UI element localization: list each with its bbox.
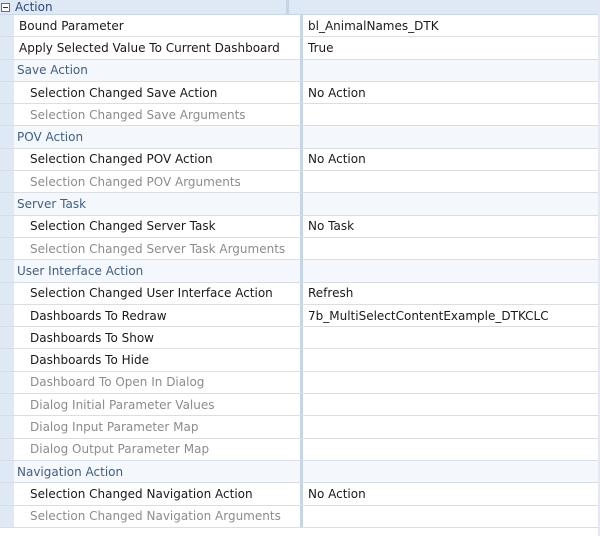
property-row-dialog-output-parameter-map[interactable]: Dialog Output Parameter Map — [0, 438, 600, 461]
property-grid: Action Bound Parameter bl_AnimalNames_DTK… — [0, 0, 600, 536]
category-value — [303, 461, 600, 482]
property-value[interactable] — [303, 104, 600, 125]
property-value[interactable] — [303, 506, 600, 527]
row-gutter — [0, 483, 14, 505]
category-value — [303, 60, 600, 81]
property-row-bound-parameter[interactable]: Bound Parameter bl_AnimalNames_DTK — [0, 15, 600, 38]
row-gutter — [0, 237, 14, 260]
category-row-server-task[interactable]: Server Task — [0, 193, 600, 216]
property-row-selection-changed-save-arguments[interactable]: Selection Changed Save Arguments — [0, 104, 600, 127]
property-rows: Bound Parameter bl_AnimalNames_DTK Apply S… — [0, 15, 600, 528]
property-name: Selection Changed Navigation Arguments — [30, 509, 281, 524]
category-value — [303, 260, 600, 281]
row-gutter — [0, 193, 14, 215]
property-value[interactable] — [303, 416, 600, 437]
row-gutter — [0, 260, 14, 282]
property-row-selection-changed-pov-arguments[interactable]: Selection Changed POV Arguments — [0, 171, 600, 194]
collapse-icon[interactable] — [1, 2, 10, 12]
property-value[interactable]: No Action — [303, 149, 600, 170]
section-title: Action — [15, 0, 53, 14]
row-gutter — [0, 37, 14, 59]
section-header-label[interactable]: Action — [0, 0, 286, 14]
category-label: Navigation Action — [17, 464, 124, 479]
section-header-action[interactable]: Action — [0, 0, 600, 15]
property-value[interactable] — [303, 349, 600, 370]
property-name: Selection Changed Server Task Arguments — [30, 241, 286, 256]
property-row-selection-changed-navigation-action[interactable]: Selection Changed Navigation Action No Ac… — [0, 483, 600, 506]
property-row-selection-changed-server-task-arguments[interactable]: Selection Changed Server Task Arguments — [0, 237, 600, 261]
row-gutter — [0, 394, 14, 416]
property-value[interactable]: Refresh — [303, 283, 600, 304]
property-value[interactable]: True — [303, 37, 600, 58]
property-name: Selection Changed Server Task — [30, 219, 216, 234]
category-value — [303, 126, 600, 147]
property-name: Dashboards To Hide — [30, 353, 149, 368]
row-gutter — [0, 505, 14, 527]
property-row-selection-changed-navigation-arguments[interactable]: Selection Changed Navigation Arguments — [0, 505, 600, 528]
property-value[interactable]: No Action — [303, 82, 600, 103]
row-gutter — [0, 171, 14, 193]
property-row-selection-changed-user-interface-action[interactable]: Selection Changed User Interface Action R… — [0, 282, 600, 305]
property-row-dashboards-to-hide[interactable]: Dashboards To Hide — [0, 349, 600, 372]
property-name: Dashboards To Redraw — [30, 308, 167, 323]
row-gutter — [0, 126, 14, 148]
row-gutter — [0, 416, 14, 438]
property-name: Dashboards To Show — [30, 330, 154, 345]
category-value — [303, 193, 600, 214]
property-value[interactable]: No Action — [303, 483, 600, 504]
category-row-user-interface-action[interactable]: User Interface Action — [0, 260, 600, 283]
property-row-selection-changed-pov-action[interactable]: Selection Changed POV Action No Action — [0, 148, 600, 172]
property-name: Apply Selected Value To Current Dashboar… — [19, 40, 280, 55]
property-name: Dialog Initial Parameter Values — [30, 397, 215, 412]
property-name: Bound Parameter — [19, 18, 124, 33]
property-value[interactable] — [303, 394, 600, 415]
property-row-dialog-initial-parameter-values[interactable]: Dialog Initial Parameter Values — [0, 394, 600, 417]
property-name: Selection Changed POV Arguments — [30, 174, 241, 189]
row-gutter — [0, 327, 14, 349]
row-gutter — [0, 59, 14, 81]
row-gutter — [0, 349, 14, 371]
property-value[interactable] — [303, 439, 600, 460]
property-value[interactable]: No Task — [303, 216, 600, 237]
row-gutter — [0, 460, 14, 483]
property-name: Selection Changed Save Action — [30, 85, 218, 100]
category-label: Server Task — [17, 197, 87, 212]
property-row-selection-changed-save-action[interactable]: Selection Changed Save Action No Action — [0, 81, 600, 105]
row-gutter — [0, 438, 14, 460]
property-name: Selection Changed Save Arguments — [30, 107, 246, 122]
property-value[interactable] — [303, 372, 600, 393]
row-gutter — [0, 282, 14, 304]
property-value[interactable] — [303, 327, 600, 348]
row-gutter — [0, 371, 14, 394]
property-row-apply-selected-value-to-current-dashboard[interactable]: Apply Selected Value To Current Dashboar… — [0, 37, 600, 60]
row-gutter — [0, 15, 14, 37]
property-row-selection-changed-server-task[interactable]: Selection Changed Server Task No Task — [0, 215, 600, 238]
category-label: User Interface Action — [17, 263, 144, 278]
property-value[interactable]: 7b_MultiSelectContentExample_DTKCLC — [303, 305, 600, 326]
property-name: Dashboard To Open In Dialog — [30, 375, 205, 390]
property-value[interactable] — [303, 171, 600, 192]
row-gutter — [0, 148, 14, 171]
property-name: Dialog Input Parameter Map — [30, 419, 199, 434]
category-label: POV Action — [17, 130, 84, 145]
category-row-save-action[interactable]: Save Action — [0, 59, 600, 82]
property-value[interactable]: bl_AnimalNames_DTK — [303, 15, 600, 36]
property-row-dialog-input-parameter-map[interactable]: Dialog Input Parameter Map — [0, 416, 600, 439]
property-row-dashboards-to-show[interactable]: Dashboards To Show — [0, 327, 600, 350]
property-row-dashboard-to-open-in-dialog[interactable]: Dashboard To Open In Dialog — [0, 371, 600, 395]
category-row-navigation-action[interactable]: Navigation Action — [0, 460, 600, 484]
row-gutter — [0, 81, 14, 104]
property-name: Dialog Output Parameter Map — [30, 442, 210, 457]
property-row-dashboards-to-redraw[interactable]: Dashboards To Redraw 7b_MultiSelectConten… — [0, 304, 600, 328]
property-value[interactable] — [303, 238, 600, 259]
property-name: Selection Changed Navigation Action — [30, 486, 253, 501]
row-gutter — [0, 304, 14, 327]
category-row-pov-action[interactable]: POV Action — [0, 126, 600, 149]
property-name: Selection Changed User Interface Action — [30, 286, 273, 301]
section-header-value — [289, 0, 600, 14]
category-label: Save Action — [17, 63, 88, 78]
property-name: Selection Changed POV Action — [30, 152, 213, 167]
row-gutter — [0, 104, 14, 126]
row-gutter — [0, 215, 14, 237]
